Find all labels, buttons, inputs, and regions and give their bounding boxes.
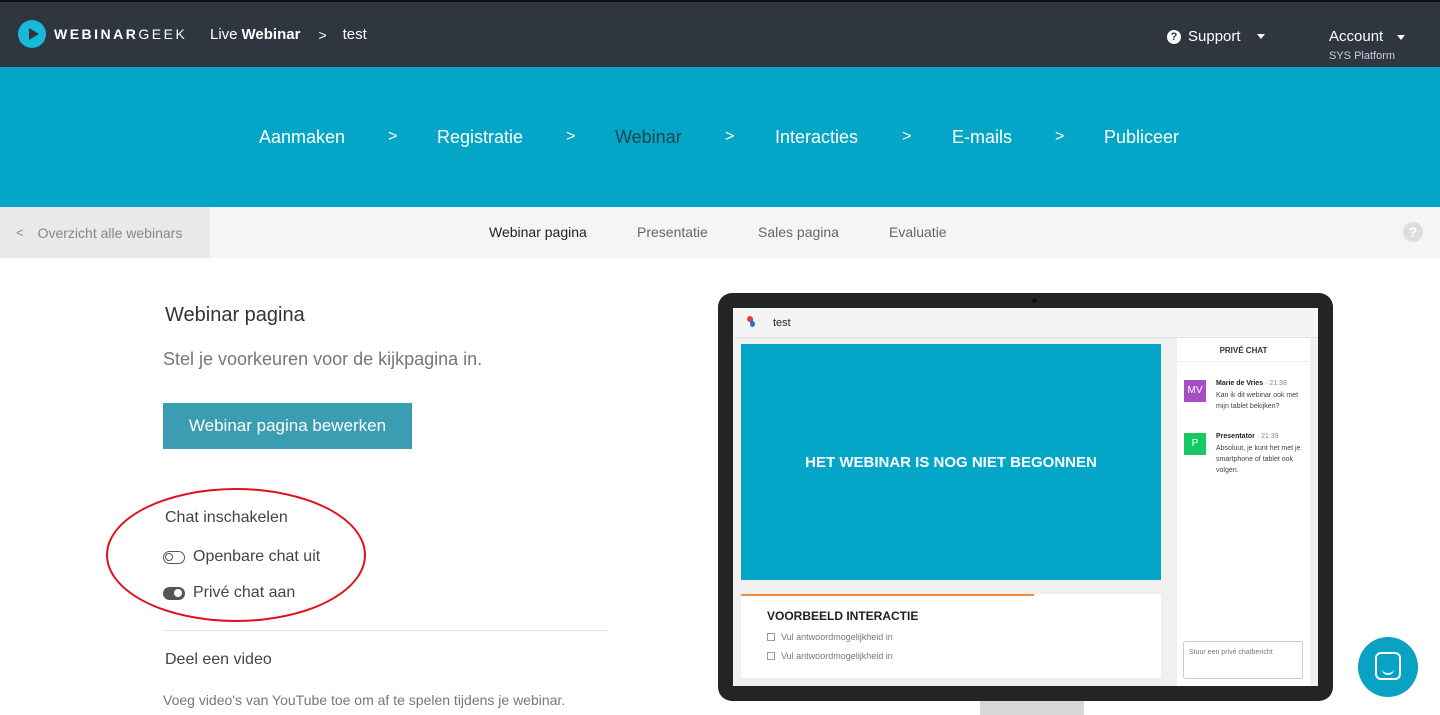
checkbox-icon [767, 652, 775, 660]
avatar: P [1184, 433, 1206, 455]
support-label: Support [1188, 28, 1241, 45]
checkbox-icon [767, 633, 775, 641]
sub-navigation: < Overzicht alle webinars Webinar pagina… [0, 207, 1440, 258]
logo-text: WEBINARGEEK [54, 26, 188, 42]
intercom-chat-button[interactable] [1358, 637, 1418, 697]
chevron-right-icon: > [318, 26, 327, 43]
preview-interaction: VOORBEELD INTERACTIE Vul antwoordmogelij… [741, 594, 1161, 678]
camera-dot [1032, 298, 1037, 303]
page-subtitle: Stel je voorkeuren voor de kijkpagina in… [163, 349, 483, 369]
account-menu[interactable]: Account [1329, 28, 1406, 45]
chat-message-name: Marie de Vries · 21:38 [1216, 380, 1287, 387]
page-title: Webinar pagina [165, 304, 305, 326]
caret-down-icon [1397, 34, 1406, 40]
chat-header: PRIVÉ CHAT [1177, 338, 1310, 362]
preview-video-text: HET WEBINAR IS NOG NIET BEGONNEN [805, 453, 1097, 471]
webinargeek-logo[interactable]: WEBINARGEEK [18, 20, 187, 48]
tab-evaluatie[interactable]: Evaluatie [889, 224, 947, 240]
interaction-title: VOORBEELD INTERACTIE [767, 609, 919, 623]
account-label: Account [1329, 28, 1384, 45]
tab-presentatie[interactable]: Presentatie [637, 224, 708, 240]
wizard-steps: Aanmaken > Registratie > Webinar > Inter… [0, 67, 1440, 207]
step-registratie[interactable]: Registratie [437, 127, 523, 148]
step-interacties[interactable]: Interacties [775, 127, 858, 148]
chat-bubble-icon [1375, 652, 1401, 680]
question-icon: ? [1167, 29, 1181, 44]
monitor-stand [980, 700, 1084, 715]
preview-video-area: HET WEBINAR IS NOG NIET BEGONNEN [741, 344, 1161, 580]
chevron-right-icon: > [566, 128, 576, 145]
chat-message-name: Presentator · 21:39 [1216, 433, 1279, 440]
step-webinar[interactable]: Webinar [615, 127, 682, 148]
chevron-right-icon: > [388, 128, 398, 145]
preview-header: test [733, 308, 1318, 338]
breadcrumb-webinar[interactable]: Webinar [242, 26, 301, 43]
interaction-option: Vul antwoordmogelijkheid in [767, 651, 893, 661]
highlight-ellipse [106, 488, 366, 622]
chat-message-text: Absoluut, je kunt het met je smartphone … [1216, 445, 1301, 474]
preview-logo-icon [745, 316, 757, 330]
chevron-right-icon: > [725, 128, 735, 145]
support-menu[interactable]: ? Support [1167, 28, 1265, 45]
caret-down-icon [1256, 34, 1265, 39]
step-aanmaken[interactable]: Aanmaken [259, 127, 345, 148]
step-e-mails[interactable]: E-mails [952, 127, 1012, 148]
breadcrumb-current: test [342, 26, 367, 43]
chat-input-preview: Stuur een privé chatbericht [1183, 641, 1303, 679]
chevron-right-icon: > [902, 128, 912, 145]
video-section-description: Voeg video's van YouTube toe om af te sp… [163, 692, 566, 708]
interaction-progress-bar [741, 594, 1034, 596]
tab-sales-pagina[interactable]: Sales pagina [758, 224, 839, 240]
video-section-label: Deel een video [165, 651, 272, 668]
back-label: Overzicht alle webinars [37, 224, 183, 241]
logo-play-icon [18, 20, 46, 48]
back-to-overview-link[interactable]: < Overzicht alle webinars [0, 207, 210, 258]
section-divider [163, 630, 608, 631]
preview-screen: test HET WEBINAR IS NOG NIET BEGONNEN VO… [733, 308, 1318, 686]
breadcrumb: Live Webinar > test [210, 26, 367, 43]
chevron-left-icon: < [16, 225, 24, 240]
interaction-option: Vul antwoordmogelijkheid in [767, 632, 893, 642]
help-icon[interactable]: ? [1403, 222, 1423, 242]
avatar: MV [1184, 380, 1206, 402]
breadcrumb-prefix[interactable]: Live [210, 26, 238, 43]
top-bar: WEBINARGEEK Live Webinar > test ? Suppor… [0, 0, 1440, 67]
chat-message-text: Kan ik dit webinar ook met mijn tablet b… [1216, 392, 1299, 410]
chevron-right-icon: > [1055, 128, 1065, 145]
step-publiceer[interactable]: Publiceer [1104, 127, 1179, 148]
preview-title: test [773, 317, 791, 329]
preview-chat-panel: PRIVÉ CHAT MV Marie de Vries · 21:38 Kan… [1177, 338, 1310, 686]
edit-webinar-page-button[interactable]: Webinar pagina bewerken [163, 403, 412, 449]
tab-webinar-pagina[interactable]: Webinar pagina [489, 224, 587, 240]
account-subtitle: SYS Platform [1329, 50, 1396, 62]
